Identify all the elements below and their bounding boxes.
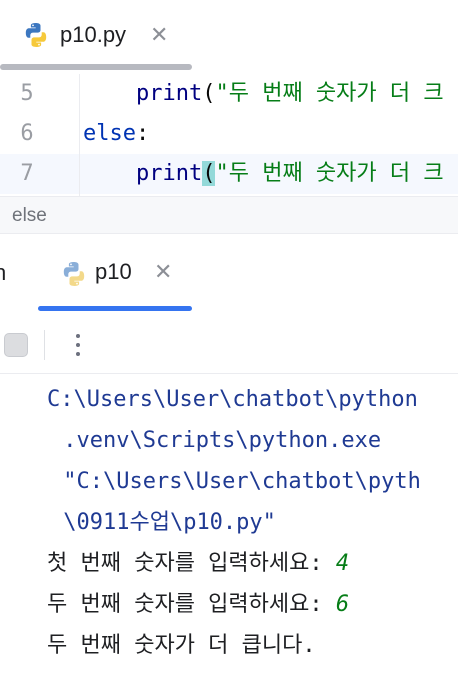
code-line: 6 else: [0, 114, 458, 154]
console-toolbar [0, 316, 458, 374]
console-command-line: C:\Users\User\chatbot\python [47, 387, 418, 412]
run-tab-previous[interactable]: n [0, 258, 6, 288]
matching-brace-highlight: ( [202, 161, 216, 186]
code-line-current: 7 print("두 번째 숫자가 더 크 [0, 154, 458, 194]
console-prompt-line: 두 번째 숫자를 입력하세요: 6 [47, 592, 350, 617]
code-line: 5 print("두 번째 숫자가 더 크 [0, 74, 458, 114]
code-text: print("두 번째 숫자가 더 크 [135, 81, 444, 106]
more-vertical-icon[interactable] [68, 330, 88, 360]
editor-tab-p10-py[interactable]: p10.py ✕ [0, 0, 192, 74]
run-tab-p10[interactable]: p10 ✕ [36, 234, 192, 316]
console-output[interactable]: C:\Users\User\chatbot\python .venv\Scrip… [0, 375, 458, 683]
code-string: "두 번째 숫자가 더 크 [215, 81, 444, 106]
close-icon[interactable]: ✕ [150, 20, 168, 50]
toolbar-divider [44, 330, 45, 360]
run-tab-bar: n p10 ✕ [0, 234, 458, 316]
breadcrumb-item[interactable]: else [12, 201, 47, 231]
line-number: 5 [20, 81, 34, 106]
code-text: print("두 번째 숫자가 더 크 [83, 154, 444, 194]
stop-icon[interactable] [4, 333, 28, 357]
line-number: 7 [20, 161, 34, 186]
console-input-value: 4 [335, 551, 350, 576]
breadcrumb: else [0, 196, 458, 234]
code-function: print [135, 161, 203, 186]
editor-tab-bar: p10.py ✕ [0, 0, 458, 74]
line-number: 6 [20, 121, 34, 146]
code-text: else: [83, 121, 150, 146]
console-command-line: \0911수업\p10.py" [50, 510, 276, 535]
code-keyword: else [83, 121, 136, 146]
console-prompt-line: 첫 번째 숫자를 입력하세요: 4 [47, 551, 350, 576]
active-tab-indicator [38, 306, 192, 311]
python-icon [25, 23, 47, 47]
gutter-separator [79, 74, 80, 196]
code-string: "두 번째 숫자가 더 크 [215, 161, 444, 186]
console-input-value: 6 [335, 592, 350, 617]
close-icon[interactable]: ✕ [154, 257, 172, 287]
code-editor[interactable]: 5 print("두 번째 숫자가 더 크 6 else: 7 print("두… [0, 74, 458, 196]
console-command-line: "C:\Users\User\chatbot\pyth [50, 469, 421, 494]
active-tab-indicator [0, 64, 192, 70]
code-function: print [135, 81, 203, 106]
editor-tab-label: p10.py [60, 22, 127, 47]
run-tab-label: p10 [95, 259, 132, 284]
python-icon [63, 262, 85, 286]
console-command-line: .venv\Scripts\python.exe [50, 428, 382, 453]
console-result-line: 두 번째 숫자가 더 큽니다. [47, 633, 316, 658]
